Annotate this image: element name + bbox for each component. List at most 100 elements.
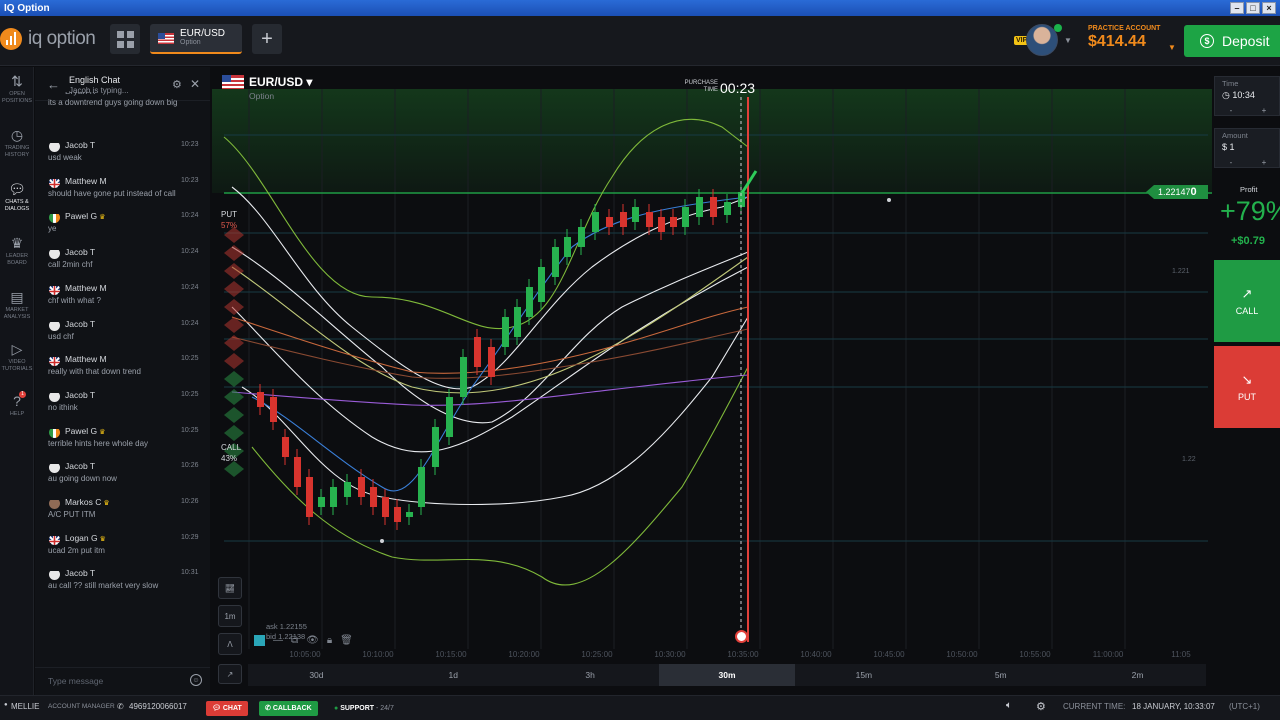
all-assets-grid-button[interactable]	[110, 24, 140, 54]
trash-icon[interactable]: 🗑︎	[340, 635, 353, 646]
chat-username[interactable]: Matthew M	[65, 354, 107, 364]
add-asset-button[interactable]: +	[252, 24, 282, 54]
time-tick-label: 10:15:00	[435, 650, 467, 659]
price-chart[interactable]: 10:05:00 10:10:00 10:15:00 10:20:00 10:25:00…	[212, 67, 1214, 663]
timeframe-15m[interactable]: 15m	[795, 664, 932, 686]
eye-icon[interactable]: 👁︎	[306, 635, 319, 646]
callback-button[interactable]: ✆ CALLBACK	[259, 701, 318, 716]
call-button[interactable]: ↗ CALL	[1214, 260, 1280, 342]
sidebar-item-market-analysis[interactable]: ▤ MARKET ANALYSIS	[0, 289, 34, 320]
trade-panel: Time ◷ 10:34 - + Amount $ 1 - + Profit +79…	[1214, 76, 1280, 696]
close-window-button[interactable]: ×	[1262, 2, 1276, 14]
account-switcher[interactable]: PRACTICE ACCOUNT $414.44 ▼	[1088, 25, 1178, 52]
candle	[514, 307, 521, 337]
timeframe-2m[interactable]: 2m	[1069, 664, 1206, 686]
amount-value: $ 1	[1222, 142, 1235, 152]
chat-username[interactable]: Jacob T	[65, 568, 95, 578]
chat-text: its a downtrend guys going down big	[48, 98, 178, 107]
mute-icon[interactable]: 🔈︎	[1006, 700, 1012, 711]
time-tick-label: 10:35:00	[727, 650, 759, 659]
chat-text: should have gone put instead of call	[48, 188, 176, 198]
arrows-icon: ⇅	[11, 73, 23, 89]
lock-icon[interactable]: 🔒︎	[327, 635, 332, 646]
sidebar-item-leaderboard[interactable]: ♛ LEADER BOARD	[0, 235, 34, 266]
chat-messages[interactable]: Bryan K its a downtrend guys going down b…	[35, 92, 210, 667]
sidebar-item-video-tutorials[interactable]: ▷ VIDEO TUTORIALS	[0, 341, 34, 372]
timeframe-30m[interactable]: 30m	[658, 664, 796, 686]
phone-number[interactable]: 4969120066017	[129, 702, 187, 711]
time-tick-label: 10:30:00	[654, 650, 686, 659]
chat-username[interactable]: Bryan K	[65, 92, 95, 96]
chat-username[interactable]: Jacob T	[65, 140, 95, 150]
chevron-down-icon: ▼	[1064, 36, 1072, 45]
time-label: Time	[1222, 79, 1239, 88]
chat-username[interactable]: Jacob T	[65, 319, 95, 329]
candle	[538, 267, 545, 302]
color-swatch[interactable]	[254, 635, 265, 646]
chat-input[interactable]: Type message ☺	[35, 667, 210, 695]
sidebar-item-chats[interactable]: 💬︎ CHATS & DIALOGS	[0, 181, 34, 212]
chat-username[interactable]: Pawel G ♛	[65, 426, 105, 436]
sidebar-item-help[interactable]: ? 1 HELP	[0, 391, 34, 418]
chat-username[interactable]: Matthew M	[65, 176, 107, 186]
chat-text: au call ?? still market very slow	[48, 581, 159, 591]
support-status[interactable]: ● SUPPORT - 24/7	[328, 701, 400, 716]
chat-username[interactable]: Logan G ♛	[65, 533, 106, 543]
minimize-button[interactable]: –	[1230, 2, 1244, 14]
sidebar-item-trading-history[interactable]: ◷ TRADING HISTORY	[0, 127, 34, 158]
bottom-bar: ● MELLIE ACCOUNT MANAGER ✆ 4969120066017…	[0, 695, 1280, 720]
logo[interactable]: iq option	[0, 28, 96, 50]
emoji-icon[interactable]: ☺	[190, 674, 202, 686]
crosshair-dot	[887, 198, 891, 202]
back-arrow-icon[interactable]: ←	[47, 77, 60, 92]
country-flag-icon	[49, 427, 60, 438]
chart-canvas: 10:05:00 10:10:00 10:15:00 10:20:00 10:25:00…	[212, 89, 1212, 659]
chart-type-button[interactable]: 📈︎	[218, 577, 242, 599]
candle	[646, 212, 653, 227]
amount-stepper[interactable]: - +	[1215, 158, 1280, 168]
current-price-tag: 1.221470	[1146, 185, 1208, 199]
chat-timestamp: 10:24	[181, 283, 199, 291]
timeframe-1d[interactable]: 1d	[385, 664, 522, 686]
candle-time-button[interactable]: 1m	[218, 605, 242, 627]
sentiment-marker	[224, 245, 244, 261]
sidebar-item-open-positions[interactable]: ⇅ OPEN POSITIONS	[0, 73, 34, 104]
amount-field[interactable]: Amount $ 1 - +	[1214, 128, 1280, 168]
screenshot-tool-button[interactable]: ↗	[218, 664, 242, 684]
copy-icon[interactable]: ⧉	[291, 635, 298, 646]
country-flag-icon	[49, 462, 60, 474]
close-icon[interactable]: ✕	[190, 77, 200, 91]
play-icon: ▷	[11, 341, 23, 357]
put-button[interactable]: ↘ PUT	[1214, 346, 1280, 428]
chat-username[interactable]: Jacob T	[65, 390, 95, 400]
time-stepper[interactable]: - +	[1215, 106, 1280, 116]
chat-username[interactable]: Jacob T	[65, 461, 95, 471]
candle	[488, 347, 495, 377]
maximize-button[interactable]: □	[1246, 2, 1260, 14]
logo-text: iq option	[28, 28, 96, 49]
chat-support-button[interactable]: 💬︎ CHAT	[206, 701, 248, 716]
settings-icon[interactable]: ⚙	[1036, 700, 1046, 713]
chat-username[interactable]: Pawel G ♛	[65, 211, 105, 221]
profile-menu[interactable]: VIP ▼	[1014, 24, 1074, 58]
timeframe-3h[interactable]: 3h	[522, 664, 659, 686]
indicators-button[interactable]: ⴷ	[218, 633, 242, 655]
line-tool-icon[interactable]: —	[273, 635, 283, 646]
chat-username[interactable]: Matthew M	[65, 283, 107, 293]
asset-tab-name: EUR/USD	[180, 28, 226, 39]
time-tick-label: 10:05:00	[289, 650, 321, 659]
candle	[606, 217, 613, 227]
sidebar-item-label: CHATS & DIALOGS	[4, 199, 30, 212]
chat-username[interactable]: Jacob T	[65, 247, 95, 257]
timeframe-30d[interactable]: 30d	[248, 664, 385, 686]
gear-icon[interactable]: ⚙	[172, 78, 182, 91]
deposit-button[interactable]: $ Deposit	[1184, 25, 1280, 57]
chart-asset-selector[interactable]: EUR/USD ▾ Option	[222, 75, 312, 101]
timeframe-5m[interactable]: 5m	[932, 664, 1069, 686]
chat-username[interactable]: Markos C ♛	[65, 497, 110, 507]
time-field[interactable]: Time ◷ 10:34 - +	[1214, 76, 1280, 116]
expiration-marker-icon[interactable]	[735, 630, 748, 643]
asset-tab-eurusd[interactable]: EUR/USD Option	[150, 24, 242, 54]
country-flag-icon	[49, 569, 60, 581]
put-label: PUT	[1238, 392, 1256, 402]
